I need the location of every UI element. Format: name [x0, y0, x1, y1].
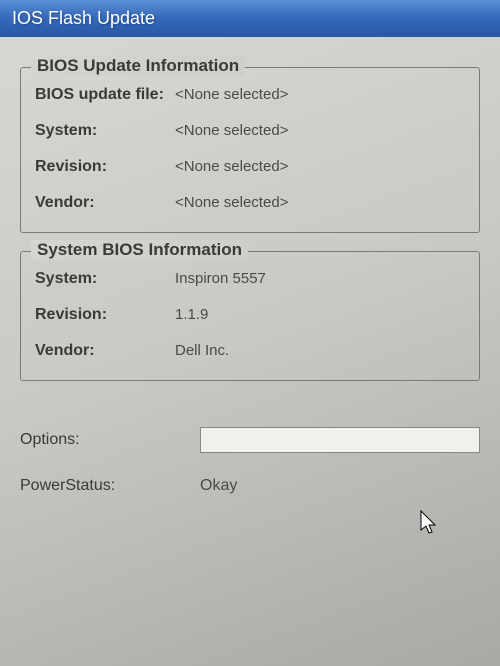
system-bios-info-group: System BIOS Information System: Inspiron…	[20, 251, 480, 381]
vendor-value: Dell Inc.	[165, 342, 229, 359]
power-status-row: PowerStatus: Okay	[20, 477, 480, 495]
power-status-value: Okay	[200, 477, 237, 495]
footer-area: Options: PowerStatus: Okay	[0, 419, 500, 527]
options-label: Options:	[20, 431, 200, 449]
revision-value: 1.1.9	[165, 306, 208, 323]
bios-update-info-legend: BIOS Update Information	[31, 56, 245, 76]
power-status-label: PowerStatus:	[20, 477, 200, 495]
vendor-row: Vendor: Dell Inc.	[35, 342, 465, 360]
update-system-row: System: <None selected>	[35, 122, 465, 140]
update-vendor-label: Vendor:	[35, 194, 165, 212]
update-file-value[interactable]: <None selected>	[165, 86, 288, 103]
update-revision-label: Revision:	[35, 158, 165, 176]
window-title: IOS Flash Update	[12, 8, 155, 28]
revision-label: Revision:	[35, 306, 165, 324]
bios-update-info-group: BIOS Update Information BIOS update file…	[20, 67, 480, 233]
options-row: Options:	[20, 427, 480, 453]
system-bios-info-legend: System BIOS Information	[31, 240, 248, 260]
vendor-label: Vendor:	[35, 342, 165, 360]
update-system-label: System:	[35, 122, 165, 140]
options-input[interactable]	[200, 427, 480, 453]
update-file-label: BIOS update file:	[35, 86, 165, 104]
dialog-content: BIOS Update Information BIOS update file…	[0, 37, 500, 419]
update-system-value: <None selected>	[165, 122, 288, 139]
window-title-bar: IOS Flash Update	[0, 0, 500, 37]
update-revision-row: Revision: <None selected>	[35, 158, 465, 176]
update-vendor-value: <None selected>	[165, 194, 288, 211]
update-vendor-row: Vendor: <None selected>	[35, 194, 465, 212]
system-value: Inspiron 5557	[165, 270, 266, 287]
system-label: System:	[35, 270, 165, 288]
system-row: System: Inspiron 5557	[35, 270, 465, 288]
revision-row: Revision: 1.1.9	[35, 306, 465, 324]
update-file-row: BIOS update file: <None selected>	[35, 86, 465, 104]
update-revision-value: <None selected>	[165, 158, 288, 175]
